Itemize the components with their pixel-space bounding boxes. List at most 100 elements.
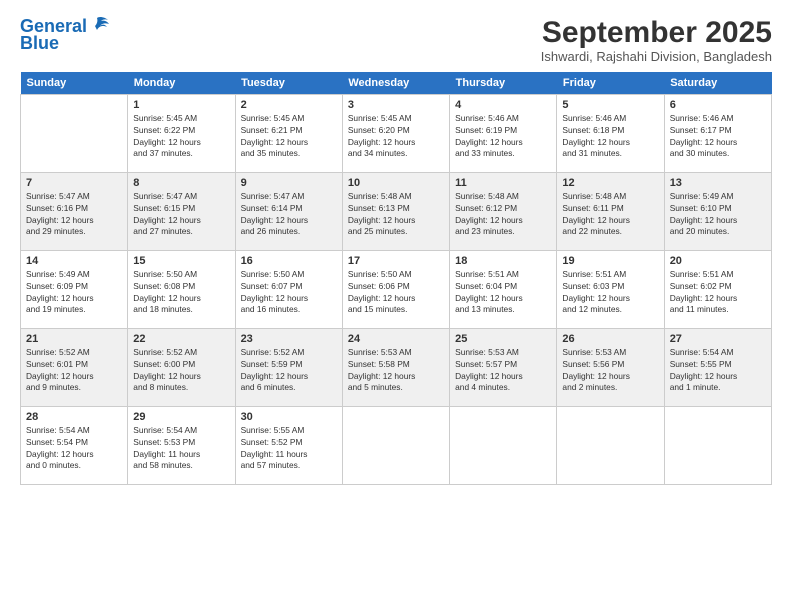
day-number: 12	[562, 177, 658, 189]
table-row	[557, 407, 664, 485]
table-row: 13 Sunrise: 5:49 AM Sunset: 6:10 PM Dayli…	[664, 173, 771, 251]
day-info: Sunrise: 5:48 AM Sunset: 6:12 PM Dayligh…	[455, 191, 551, 238]
table-row: 1 Sunrise: 5:45 AM Sunset: 6:22 PM Daylig…	[128, 95, 235, 173]
day-number: 18	[455, 255, 551, 267]
day-number: 7	[26, 177, 122, 189]
day-info: Sunrise: 5:48 AM Sunset: 6:13 PM Dayligh…	[348, 191, 444, 238]
table-row: 25 Sunrise: 5:53 AM Sunset: 5:57 PM Dayli…	[450, 329, 557, 407]
table-row: 16Sunrise: 5:50 AM Sunset: 6:07 PM Dayli…	[235, 251, 342, 329]
table-row: 23 Sunrise: 5:52 AM Sunset: 5:59 PM Dayli…	[235, 329, 342, 407]
table-row: 14 Sunrise: 5:49 AM Sunset: 6:09 PM Dayli…	[21, 251, 128, 329]
day-number: 4	[455, 99, 551, 111]
day-info: Sunrise: 5:45 AM Sunset: 6:20 PM Dayligh…	[348, 113, 444, 160]
table-row: 21 Sunrise: 5:52 AM Sunset: 6:01 PM Dayli…	[21, 329, 128, 407]
day-info: Sunrise: 5:55 AM Sunset: 5:52 PM Dayligh…	[241, 425, 337, 472]
table-row	[664, 407, 771, 485]
day-number: 14	[26, 255, 122, 267]
table-row: 4 Sunrise: 5:46 AM Sunset: 6:19 PM Daylig…	[450, 95, 557, 173]
day-number: 20	[670, 255, 766, 267]
day-number: 15	[133, 255, 229, 267]
day-info: Sunrise: 5:50 AM Sunset: 6:08 PM Dayligh…	[133, 269, 229, 316]
day-number: 25	[455, 333, 551, 345]
day-number: 29	[133, 411, 229, 423]
day-number: 30	[241, 411, 337, 423]
table-row: 11 Sunrise: 5:48 AM Sunset: 6:12 PM Dayli…	[450, 173, 557, 251]
day-number: 22	[133, 333, 229, 345]
day-info: Sunrise: 5:48 AM Sunset: 6:11 PM Dayligh…	[562, 191, 658, 238]
day-info: Sunrise: 5:51 AM Sunset: 6:03 PM Dayligh…	[562, 269, 658, 316]
day-info: Sunrise: 5:47 AM Sunset: 6:16 PM Dayligh…	[26, 191, 122, 238]
day-info: Sunrise: 5:52 AM Sunset: 6:01 PM Dayligh…	[26, 347, 122, 394]
day-info: Sunrise: 5:45 AM Sunset: 6:22 PM Dayligh…	[133, 113, 229, 160]
day-number: 27	[670, 333, 766, 345]
day-info: Sunrise: 5:46 AM Sunset: 6:17 PM Dayligh…	[670, 113, 766, 160]
table-row: 12 Sunrise: 5:48 AM Sunset: 6:11 PM Dayli…	[557, 173, 664, 251]
day-info: Sunrise: 5:54 AM Sunset: 5:55 PM Dayligh…	[670, 347, 766, 394]
header: General Blue September 2025 Ishwardi, Ra…	[20, 16, 772, 64]
calendar-week-row: 14 Sunrise: 5:49 AM Sunset: 6:09 PM Dayli…	[21, 251, 772, 329]
day-info: Sunrise: 5:51 AM Sunset: 6:02 PM Dayligh…	[670, 269, 766, 316]
table-row: 19 Sunrise: 5:51 AM Sunset: 6:03 PM Dayli…	[557, 251, 664, 329]
day-number: 21	[26, 333, 122, 345]
day-number: 3	[348, 99, 444, 111]
day-number: 2	[241, 99, 337, 111]
calendar-week-row: 7 Sunrise: 5:47 AM Sunset: 6:16 PM Daylig…	[21, 173, 772, 251]
day-number: 1	[133, 99, 229, 111]
table-row: 3 Sunrise: 5:45 AM Sunset: 6:20 PM Daylig…	[342, 95, 449, 173]
calendar-week-row: 21 Sunrise: 5:52 AM Sunset: 6:01 PM Dayli…	[21, 329, 772, 407]
day-info: Sunrise: 5:50 AM Sunset: 6:07 PM Dayligh…	[241, 269, 337, 316]
col-thursday: Thursday	[450, 72, 557, 95]
day-info: Sunrise: 5:46 AM Sunset: 6:19 PM Dayligh…	[455, 113, 551, 160]
calendar-table: Sunday Monday Tuesday Wednesday Thursday…	[20, 72, 772, 485]
day-info: Sunrise: 5:53 AM Sunset: 5:57 PM Dayligh…	[455, 347, 551, 394]
day-info: Sunrise: 5:47 AM Sunset: 6:14 PM Dayligh…	[241, 191, 337, 238]
table-row: 26Sunrise: 5:53 AM Sunset: 5:56 PM Dayli…	[557, 329, 664, 407]
day-number: 24	[348, 333, 444, 345]
table-row: 10 Sunrise: 5:48 AM Sunset: 6:13 PM Dayli…	[342, 173, 449, 251]
day-number: 10	[348, 177, 444, 189]
day-info: Sunrise: 5:49 AM Sunset: 6:10 PM Dayligh…	[670, 191, 766, 238]
calendar-week-row: 1 Sunrise: 5:45 AM Sunset: 6:22 PM Daylig…	[21, 95, 772, 173]
table-row: 24 Sunrise: 5:53 AM Sunset: 5:58 PM Dayli…	[342, 329, 449, 407]
day-info: Sunrise: 5:49 AM Sunset: 6:09 PM Dayligh…	[26, 269, 122, 316]
table-row: 2 Sunrise: 5:45 AM Sunset: 6:21 PM Daylig…	[235, 95, 342, 173]
day-number: 6	[670, 99, 766, 111]
month-title: September 2025	[541, 16, 772, 49]
table-row	[450, 407, 557, 485]
table-row: 28 Sunrise: 5:54 AM Sunset: 5:54 PM Dayli…	[21, 407, 128, 485]
logo-bird-icon	[89, 14, 111, 36]
col-wednesday: Wednesday	[342, 72, 449, 95]
day-number: 11	[455, 177, 551, 189]
table-row: 5Sunrise: 5:46 AM Sunset: 6:18 PM Daylig…	[557, 95, 664, 173]
calendar-week-row: 28 Sunrise: 5:54 AM Sunset: 5:54 PM Dayli…	[21, 407, 772, 485]
table-row: 15 Sunrise: 5:50 AM Sunset: 6:08 PM Dayli…	[128, 251, 235, 329]
col-friday: Friday	[557, 72, 664, 95]
col-saturday: Saturday	[664, 72, 771, 95]
table-row: 18Sunrise: 5:51 AM Sunset: 6:04 PM Dayli…	[450, 251, 557, 329]
day-number: 28	[26, 411, 122, 423]
col-monday: Monday	[128, 72, 235, 95]
day-info: Sunrise: 5:45 AM Sunset: 6:21 PM Dayligh…	[241, 113, 337, 160]
day-number: 23	[241, 333, 337, 345]
day-info: Sunrise: 5:53 AM Sunset: 5:58 PM Dayligh…	[348, 347, 444, 394]
table-row	[21, 95, 128, 173]
table-row: 9Sunrise: 5:47 AM Sunset: 6:14 PM Daylig…	[235, 173, 342, 251]
table-row	[342, 407, 449, 485]
day-number: 19	[562, 255, 658, 267]
location-subtitle: Ishwardi, Rajshahi Division, Bangladesh	[541, 49, 772, 64]
header-row: Sunday Monday Tuesday Wednesday Thursday…	[21, 72, 772, 95]
table-row: 17Sunrise: 5:50 AM Sunset: 6:06 PM Dayli…	[342, 251, 449, 329]
day-info: Sunrise: 5:54 AM Sunset: 5:54 PM Dayligh…	[26, 425, 122, 472]
table-row: 20 Sunrise: 5:51 AM Sunset: 6:02 PM Dayli…	[664, 251, 771, 329]
table-row: 30 Sunrise: 5:55 AM Sunset: 5:52 PM Dayli…	[235, 407, 342, 485]
title-block: September 2025 Ishwardi, Rajshahi Divisi…	[541, 16, 772, 64]
day-info: Sunrise: 5:52 AM Sunset: 5:59 PM Dayligh…	[241, 347, 337, 394]
table-row: 22Sunrise: 5:52 AM Sunset: 6:00 PM Dayli…	[128, 329, 235, 407]
table-row: 29Sunrise: 5:54 AM Sunset: 5:53 PM Dayli…	[128, 407, 235, 485]
logo: General Blue	[20, 16, 111, 54]
col-tuesday: Tuesday	[235, 72, 342, 95]
day-number: 13	[670, 177, 766, 189]
col-sunday: Sunday	[21, 72, 128, 95]
table-row: 6 Sunrise: 5:46 AM Sunset: 6:17 PM Daylig…	[664, 95, 771, 173]
day-info: Sunrise: 5:47 AM Sunset: 6:15 PM Dayligh…	[133, 191, 229, 238]
